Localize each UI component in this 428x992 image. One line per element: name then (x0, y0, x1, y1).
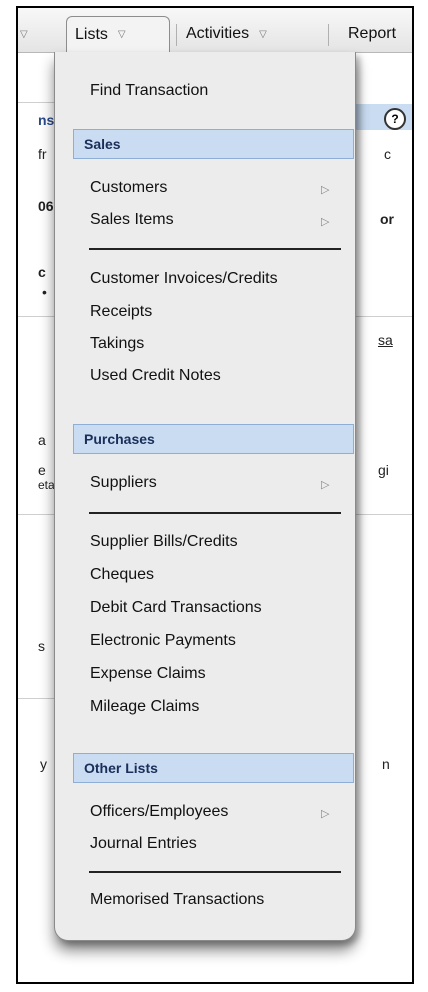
prev-menu-chevron[interactable]: ▽ (18, 16, 32, 52)
bg-divider (18, 316, 58, 317)
screenshot-frame: ns fr 06 c • a e eta s y ? c or sa gi n … (16, 6, 414, 984)
menu-tab-activities[interactable]: Activities ▽ (178, 16, 275, 52)
menu-tab-label: Lists (75, 25, 108, 43)
bg-fragment: fr (38, 146, 47, 162)
menu-separator (89, 512, 341, 514)
bg-fragment: eta (38, 478, 55, 492)
triangle-right-icon: ▷ (321, 808, 330, 820)
menu-item-suppliers[interactable]: Suppliers (90, 474, 157, 492)
bg-link-fragment[interactable]: sa (378, 332, 393, 348)
triangle-right-icon: ▷ (321, 479, 330, 491)
bg-divider (354, 316, 412, 317)
menu-tab-label: Report (348, 25, 397, 42)
menu-item-customer-invoices-credits[interactable]: Customer Invoices/Credits (90, 270, 278, 288)
bg-divider (18, 102, 58, 103)
help-icon[interactable]: ? (384, 108, 406, 130)
menu-item-journal-entries[interactable]: Journal Entries (90, 835, 197, 853)
menu-item-sales-items[interactable]: Sales Items (90, 211, 174, 229)
menu-item-used-credit-notes[interactable]: Used Credit Notes (90, 367, 221, 385)
bg-fragment: • (42, 284, 47, 300)
chevron-down-icon: ▽ (117, 29, 126, 40)
menu-item-expense-claims[interactable]: Expense Claims (90, 665, 206, 683)
bg-fragment: or (380, 211, 394, 227)
menu-item-supplier-bills-credits[interactable]: Supplier Bills/Credits (90, 533, 238, 551)
bg-fragment: n (382, 756, 390, 772)
bg-fragment: gi (378, 462, 389, 478)
menu-tab-report[interactable]: Report (340, 16, 404, 52)
menu-item-debit-card-transactions[interactable]: Debit Card Transactions (90, 599, 262, 617)
menu-item-officers-employees[interactable]: Officers/Employees (90, 803, 228, 821)
menu-item-memorised-transactions[interactable]: Memorised Transactions (90, 891, 264, 909)
menu-tab-label: Activities (186, 25, 250, 42)
menu-item-mileage-claims[interactable]: Mileage Claims (90, 698, 199, 716)
menubar: ▽ Lists ▽ Activities ▽ Report (18, 8, 412, 53)
menu-separator (89, 871, 341, 873)
section-header-other-lists: Other Lists (73, 753, 354, 783)
bg-fragment: c (384, 146, 391, 162)
section-header-purchases: Purchases (73, 424, 354, 454)
menu-item-customers[interactable]: Customers (90, 179, 167, 197)
bg-fragment: y (40, 756, 47, 772)
menu-item-electronic-payments[interactable]: Electronic Payments (90, 632, 236, 650)
chevron-down-icon: ▽ (20, 28, 28, 40)
tab-divider (176, 24, 177, 46)
menu-item-find-transaction[interactable]: Find Transaction (90, 82, 208, 100)
bg-divider (18, 698, 58, 699)
menu-item-receipts[interactable]: Receipts (90, 303, 152, 321)
bg-divider (18, 514, 58, 515)
lists-dropdown-menu: Find Transaction Sales Customers ▷ Sales… (54, 52, 356, 941)
bg-fragment: a (38, 432, 46, 448)
bg-fragment: ns (38, 112, 55, 128)
menu-tab-lists[interactable]: Lists ▽ (66, 16, 170, 52)
menu-item-cheques[interactable]: Cheques (90, 566, 154, 584)
section-header-sales: Sales (73, 129, 354, 159)
bg-fragment: c (38, 264, 46, 280)
bg-divider (354, 514, 412, 515)
menu-item-takings[interactable]: Takings (90, 335, 144, 353)
triangle-right-icon: ▷ (321, 216, 330, 228)
bg-fragment: 06 (38, 198, 54, 214)
bg-fragment: e (38, 462, 46, 478)
chevron-down-icon: ▽ (259, 28, 267, 40)
tab-divider (328, 24, 329, 46)
menu-separator (89, 248, 341, 250)
triangle-right-icon: ▷ (321, 184, 330, 196)
bg-fragment: s (38, 638, 45, 654)
